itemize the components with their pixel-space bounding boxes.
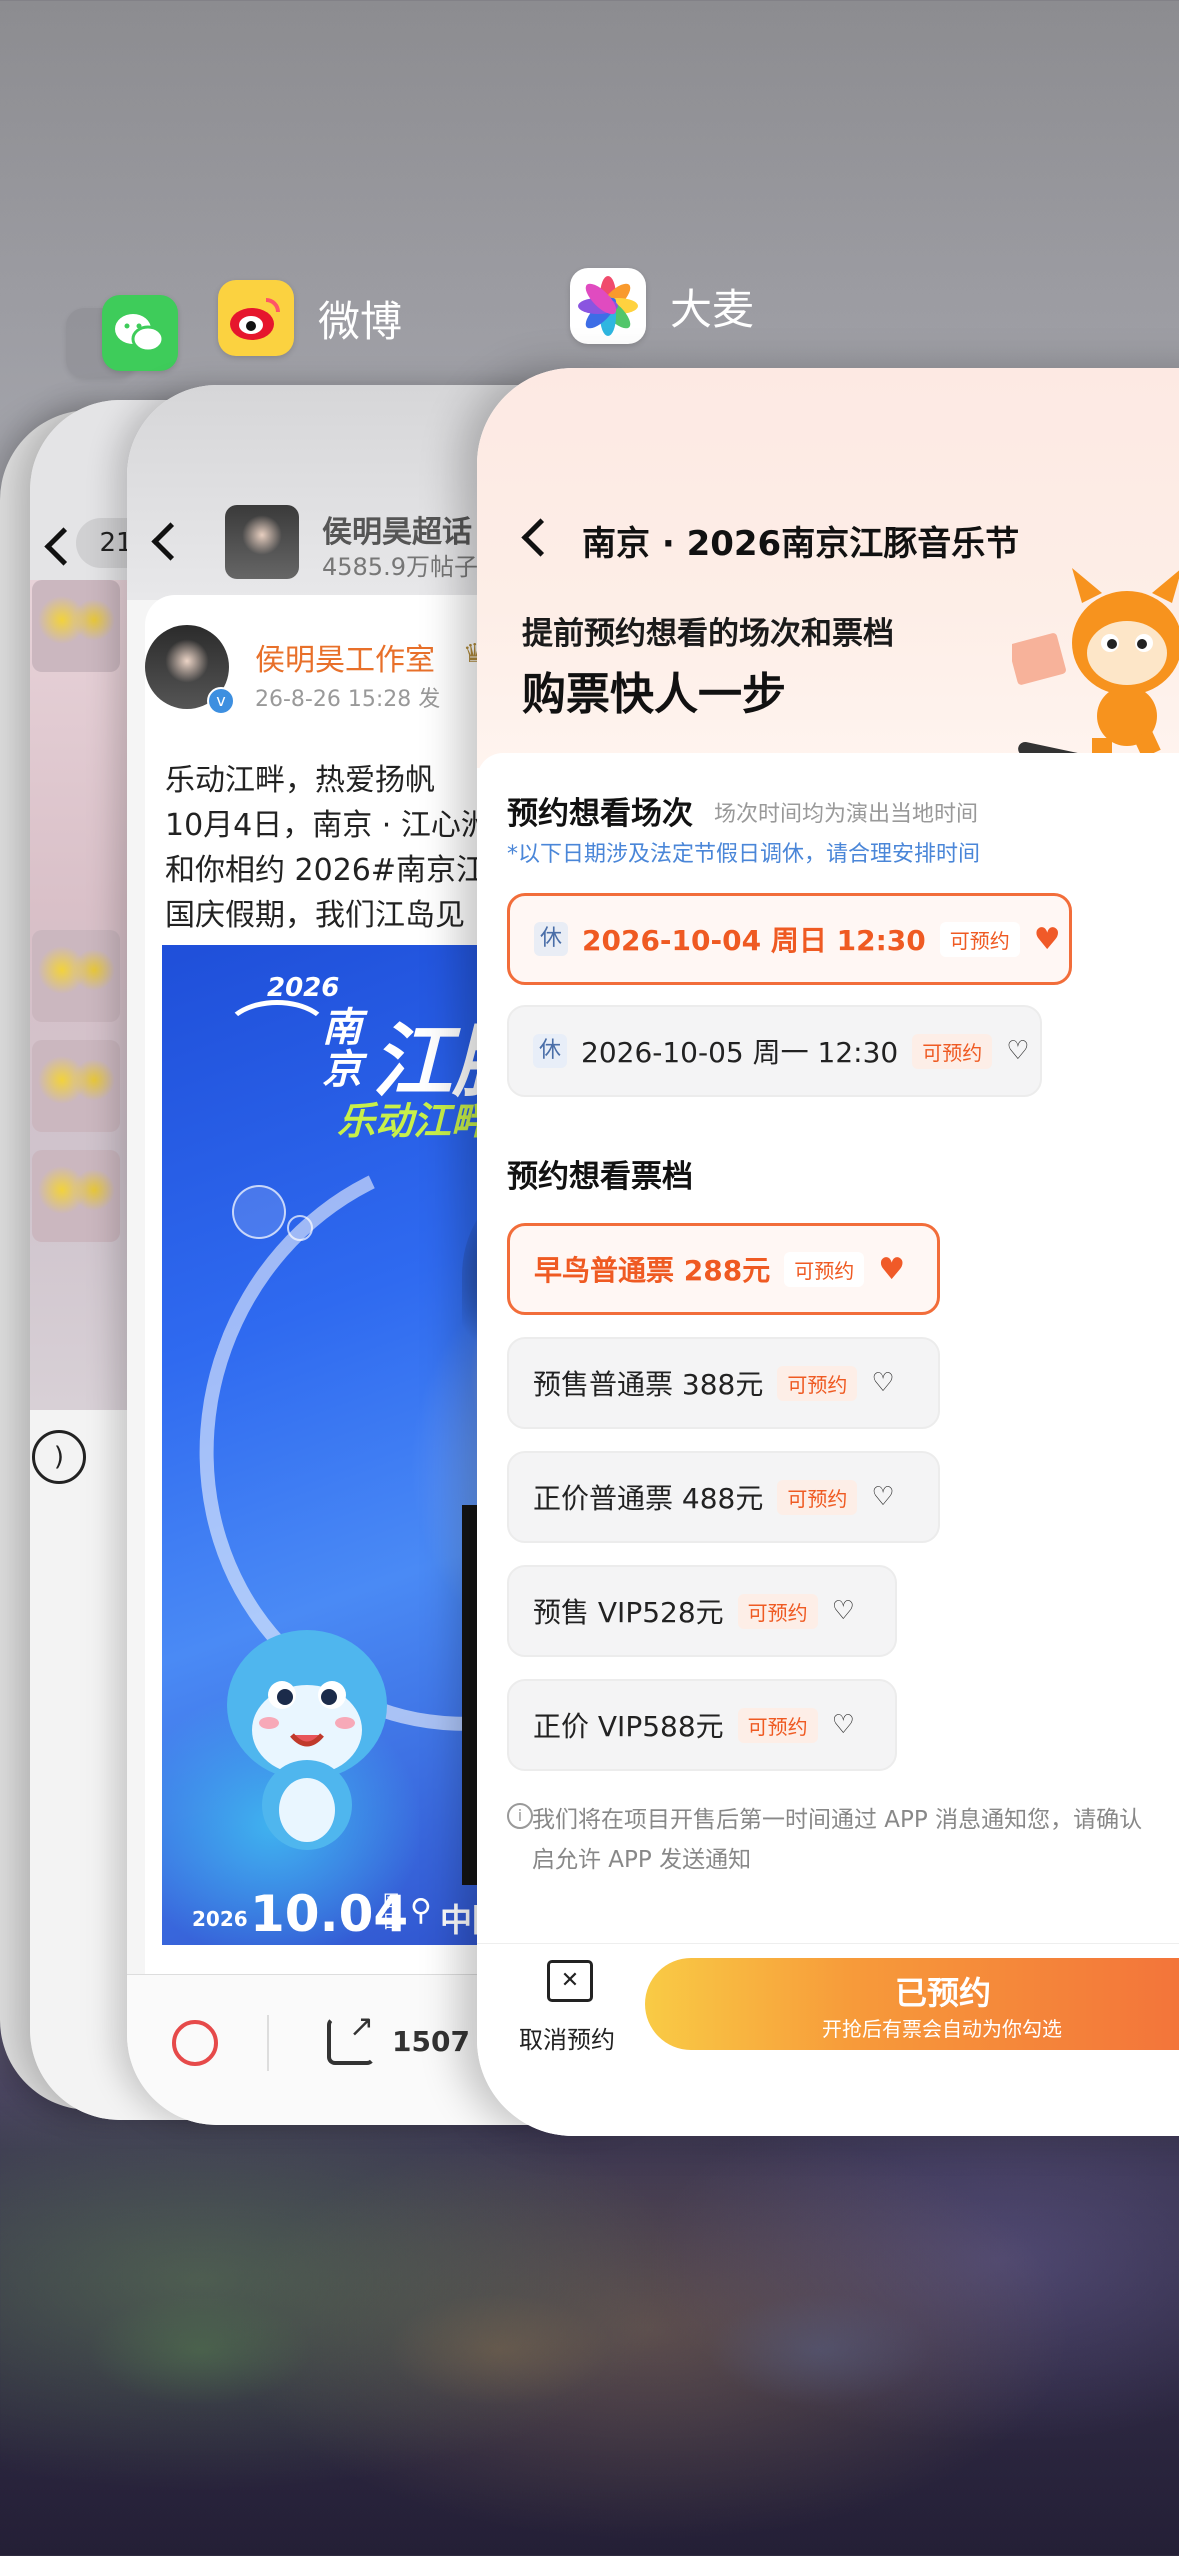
page-title: 南京 · 2026南京江豚音乐节 <box>582 524 1020 564</box>
supertopic-stats: 4585.9万帖子 <box>322 553 478 581</box>
ticket-label: 正价 VIP588元 <box>533 1710 724 1743</box>
ticket-label: 预售 VIP528元 <box>533 1596 724 1629</box>
heart-add-icon: ♡ <box>831 1596 855 1626</box>
dolphin-mascot <box>207 1595 407 1855</box>
session-option-2[interactable]: 休 2026-10-05 周一 12:30 可预约 ♡ <box>507 1005 1042 1097</box>
search-sparkle-icon[interactable] <box>172 2020 218 2066</box>
ticket-option-earlybird[interactable]: 早鸟普通票 288元 可预约 ♥ <box>507 1223 940 1315</box>
poster-slogan: 乐动江畔 <box>337 1099 490 1143</box>
available-tag: 可预约 <box>737 1593 818 1629</box>
ticket-label: 正价普通票 488元 <box>533 1482 764 1515</box>
banner-line-1: 提前预约想看的场次和票档 <box>522 616 894 652</box>
ticket-section-title: 预约想看票档 <box>507 1159 693 1195</box>
session-note: 场次时间均为演出当地时间 <box>714 802 979 827</box>
supertopic-name[interactable]: 侯明昊超话 <box>322 507 472 551</box>
reserved-sublabel: 开抢后有票会自动为你勾选 <box>822 2017 1062 2041</box>
ticket-label: 预售普通票 388元 <box>533 1368 764 1401</box>
notice-line-2: 启允许 APP 发送通知 <box>532 1847 752 1873</box>
dolphin-logo-icon <box>222 1000 332 1070</box>
session-option-1[interactable]: 休 2026-10-04 周日 12:30 可预约 ♥ <box>507 893 1072 985</box>
available-tag: 可预约 <box>939 921 1020 957</box>
post-time: 26-8-26 15:28 发 <box>255 681 440 713</box>
available-tag: 可预约 <box>912 1033 993 1069</box>
post-time-value: 26-8-26 15:28 <box>255 687 412 712</box>
post-line: 和你相约 2026#南京江 <box>165 853 487 888</box>
cancel-reservation-button[interactable]: 取消预约 <box>519 2020 615 2055</box>
weibo-icon[interactable] <box>218 280 294 356</box>
supertopic-avatar <box>225 505 299 579</box>
post-time-suffix: 发 <box>418 687 441 712</box>
bubble <box>232 1185 286 1239</box>
ticket-option-presale[interactable]: 预售普通票 388元 可预约 ♡ <box>507 1337 940 1429</box>
available-tag: 可预约 <box>777 1479 858 1515</box>
post-line: 乐动江畔，热爱扬帆 <box>165 763 435 798</box>
weibo-app-label: 微博 <box>318 297 403 346</box>
sticker-image <box>32 1040 120 1132</box>
damai-app-label: 大麦 <box>670 285 755 334</box>
calendar-cancel-icon: ✕ <box>547 1960 593 2002</box>
reserved-button[interactable]: 已预约 开抢后有票会自动为你勾选 <box>645 1958 1179 2050</box>
heart-add-icon: ♡ <box>871 1368 895 1398</box>
notice-line-1: 我们将在项目开售后第一时间通过 APP 消息通知您，请确认 <box>532 1807 1143 1833</box>
share-arrow-icon: ↗ <box>349 2009 375 2044</box>
post-author[interactable]: 侯明昊工作室 <box>255 635 435 679</box>
damai-icon[interactable] <box>570 268 646 344</box>
divider <box>267 2015 269 2071</box>
heart-add-icon: ♡ <box>871 1482 895 1512</box>
share-count: 1507 <box>392 2025 470 2058</box>
ticket-option-regular-vip[interactable]: 正价 VIP588元 可预约 ♡ <box>507 1679 897 1771</box>
available-tag: 可预约 <box>777 1365 858 1401</box>
available-tag: 可预约 <box>737 1707 818 1743</box>
holiday-note: *以下日期涉及法定节假日调休，请合理安排时间 <box>507 842 981 867</box>
wechat-icon[interactable] <box>102 295 178 371</box>
heart-add-icon: ♡ <box>1006 1036 1030 1066</box>
post-line: 国庆假期，我们江岛见 <box>165 898 465 933</box>
poster-weekday: 周日 <box>382 1892 400 1933</box>
holiday-badge: 休 <box>533 1034 567 1068</box>
sticker-image <box>32 580 120 672</box>
info-icon: i <box>507 1803 533 1829</box>
session-section-title: 预约想看场次 <box>507 796 693 832</box>
session-label: 2026-10-05 周一 12:30 <box>581 1036 899 1069</box>
available-tag: 可预约 <box>784 1251 865 1287</box>
post-line: 10月4日，南京 · 江心洲 <box>165 808 491 843</box>
dock-blur <box>0 2150 1179 2556</box>
sticker-image <box>32 1150 120 1242</box>
ticket-label: 早鸟普通票 288元 <box>534 1254 771 1287</box>
app-card-damai[interactable]: 南京 · 2026南京江豚音乐节 提前预约想看的场次和票档 购票快人一步 预约想… <box>477 368 1179 2136</box>
voice-icon[interactable]: ) <box>32 1430 86 1484</box>
verified-icon: v <box>207 687 235 715</box>
ticket-option-presale-vip[interactable]: 预售 VIP528元 可预约 ♡ <box>507 1565 897 1657</box>
ticket-option-regular[interactable]: 正价普通票 488元 可预约 ♡ <box>507 1451 940 1543</box>
sticker-image <box>32 930 120 1022</box>
banner-line-2: 购票快人一步 <box>522 669 786 720</box>
reserved-label: 已预约 <box>895 1974 992 2012</box>
holiday-badge: 休 <box>534 922 568 956</box>
mascot-skateboard-image <box>1008 548 1179 782</box>
poster-city-bottom: 京 <box>322 1047 362 1093</box>
heart-filled-icon: ♥ <box>878 1251 906 1287</box>
poster-date-small: 2026 <box>192 1907 248 1931</box>
heart-add-icon: ♡ <box>831 1710 855 1740</box>
heart-filled-icon: ♥ <box>1033 921 1061 957</box>
session-label: 2026-10-04 周日 12:30 <box>582 924 926 957</box>
location-pin-icon: ⚲ <box>410 1893 432 1928</box>
